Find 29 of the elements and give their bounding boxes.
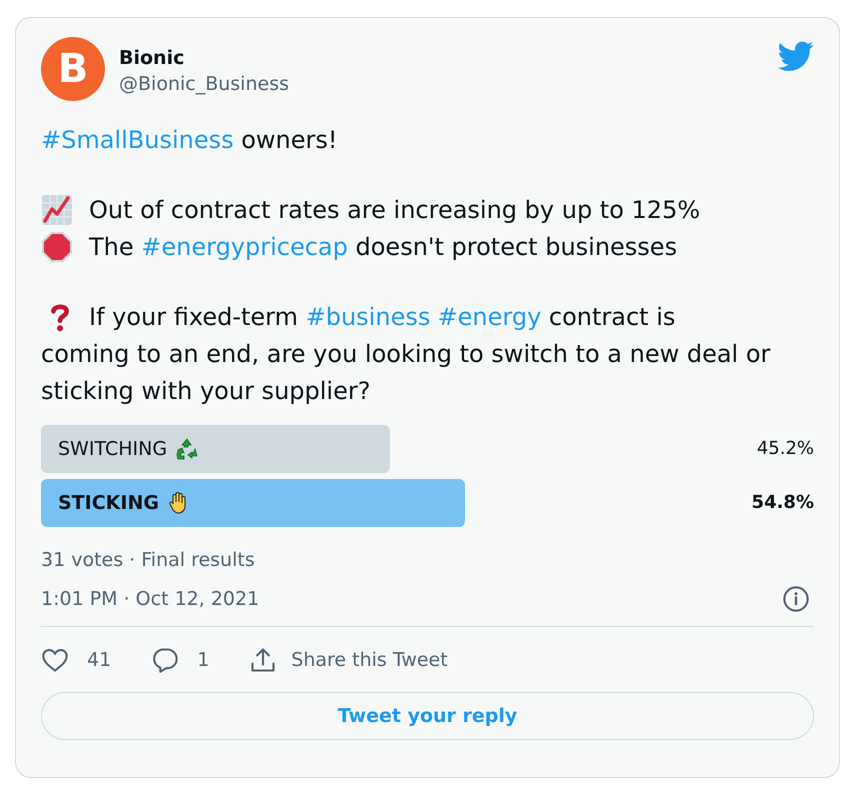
share-link[interactable]: Share this Tweet: [291, 649, 448, 671]
hashtag-link[interactable]: #energypricecap: [141, 233, 348, 261]
poll-option-label: SWITCHING: [58, 438, 168, 460]
hashtag-link[interactable]: #business: [306, 303, 430, 331]
chart-increasing-icon: [41, 194, 73, 226]
tweet-timestamp[interactable]: 1:01 PM · Oct 12, 2021: [41, 588, 260, 610]
tweet-text: The #energypricecap doesn't protect businesses: [89, 232, 678, 263]
share-icon[interactable]: [249, 646, 278, 674]
reply-count: 1: [197, 649, 210, 671]
info-icon[interactable]: [782, 585, 810, 613]
author-handle[interactable]: @Bionic_Business: [119, 71, 289, 97]
tweet-text: If your fixed-term #business #energy contract is: [89, 302, 676, 333]
poll-summary: 31 votes · Final results: [41, 549, 256, 571]
poll-option-label: STICKING: [58, 492, 159, 514]
tweet-text: coming to an end, are you looking to switch to a new deal or sticking with your supplier?: [41, 339, 772, 407]
poll-percentage: 54.8%: [752, 491, 814, 515]
reply-button[interactable]: Tweet your reply: [41, 692, 814, 740]
heart-icon[interactable]: [41, 646, 69, 674]
tweet-text: #SmallBusiness owners!: [41, 125, 338, 156]
recycle-icon: [175, 437, 200, 461]
hashtag-link[interactable]: #SmallBusiness: [41, 126, 234, 154]
author-name[interactable]: Bionic: [119, 45, 289, 71]
reply-bubble-icon[interactable]: [151, 646, 180, 674]
like-count: 41: [87, 649, 112, 671]
stop-sign-icon: [41, 231, 73, 263]
poll-percentage: 45.2%: [756, 437, 814, 461]
hashtag-link[interactable]: #energy: [438, 303, 542, 331]
avatar[interactable]: B: [41, 37, 105, 101]
tweet-text: Out of contract rates are increasing by up to 125%: [89, 195, 700, 226]
